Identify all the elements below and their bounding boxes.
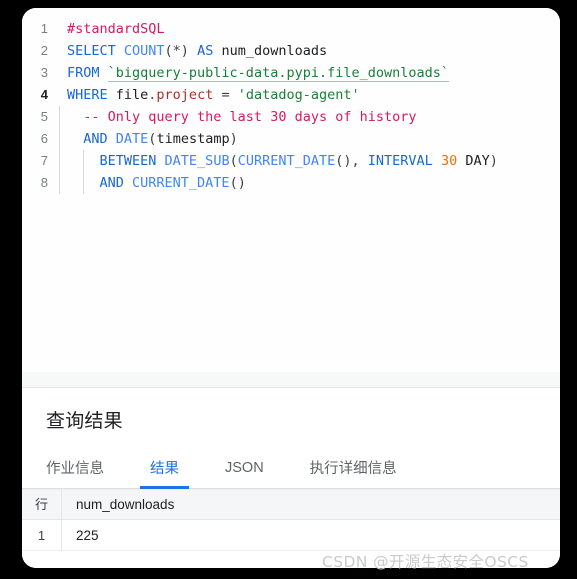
code-line[interactable]: 3 FROM `bigquery-public-data.pypi.file_do… — [22, 62, 560, 84]
header-cell-row-index: 行 — [22, 489, 62, 520]
code-line-text: FROM `bigquery-public-data.pypi.file_dow… — [56, 62, 450, 84]
code-token-punc: ( — [229, 153, 238, 169]
header-cell: num_downloads — [76, 497, 175, 512]
table-row: 1 225 — [22, 519, 560, 551]
code-line-text: BETWEEN DATE_SUB(CURRENT_DATE(), INTERVA… — [56, 150, 498, 172]
tab-2[interactable]: JSON — [225, 447, 264, 489]
code-line[interactable]: 6 AND DATE(timestamp) — [22, 128, 560, 150]
code-token-punc: (), — [335, 153, 368, 169]
code-line-text: AND CURRENT_DATE() — [56, 172, 246, 194]
code-token-fn: DATE — [115, 131, 149, 147]
code-token-kw: AS — [197, 43, 222, 59]
line-number: 3 — [40, 65, 48, 80]
code-token-ident: num_downloads — [221, 43, 328, 59]
code-line-text: WHERE file.project = 'datadog-agent' — [56, 84, 360, 106]
code-token-fn: COUNT — [123, 43, 165, 59]
code-token-num: 30 — [440, 153, 458, 169]
code-token-punc: (*) — [164, 43, 198, 59]
indent-guide — [83, 172, 84, 194]
code-token-kw: INTERVAL — [367, 153, 441, 169]
code-line[interactable]: 7 BETWEEN DATE_SUB(CURRENT_DATE(), INTER… — [22, 150, 560, 172]
code-token-fn: CURRENT_DATE — [132, 175, 230, 191]
tab-3[interactable]: 执行详细信息 — [310, 447, 397, 489]
indent-guide — [59, 128, 60, 150]
code-line-text: -- Only query the last 30 days of histor… — [56, 106, 417, 128]
indent-guide — [59, 172, 60, 194]
bigquery-card: 1 #standardSQL 2 SELECT COUNT(*) AS num_dow… — [22, 8, 560, 568]
code-line[interactable]: 1 #standardSQL — [22, 18, 560, 40]
code-token-kw: AND — [67, 175, 133, 191]
tab-0[interactable]: 作业信息 — [46, 447, 104, 489]
code-token-kw: WHERE — [67, 87, 116, 103]
editor-bottom-strip — [22, 372, 560, 388]
line-number: 8 — [40, 175, 48, 190]
screenshot-root: 1 #standardSQL 2 SELECT COUNT(*) AS num_dow… — [0, 0, 577, 579]
code-token-kw: AND — [67, 131, 116, 147]
indent-guide — [83, 150, 84, 172]
results-title: 查询结果 — [46, 411, 123, 432]
code-token-punc: () — [229, 175, 246, 191]
cell-row-index: 1 — [22, 519, 62, 551]
code-token-prop: .project — [148, 87, 214, 103]
code-token-punc: ) — [229, 131, 238, 147]
line-number: 5 — [40, 109, 48, 124]
code-line-text: #standardSQL — [56, 18, 165, 40]
code-line-list[interactable]: 1 #standardSQL 2 SELECT COUNT(*) AS num_dow… — [22, 18, 560, 194]
code-token-cmt: #standardSQL — [67, 21, 165, 37]
code-token-ident: timestamp — [156, 131, 230, 147]
code-line[interactable]: 8 AND CURRENT_DATE() — [22, 172, 560, 194]
code-token-fn: DATE_SUB — [164, 153, 230, 169]
line-number: 2 — [40, 43, 48, 58]
code-token-kw: FROM — [67, 65, 108, 81]
tab-1[interactable]: 结果 — [140, 447, 189, 489]
code-token-ident: file — [115, 87, 149, 103]
indent-guide — [59, 106, 60, 128]
line-number: 4 — [40, 87, 48, 102]
line-number: 1 — [40, 21, 48, 36]
indent-guide — [59, 150, 60, 172]
code-token-fn: CURRENT_DATE — [237, 153, 336, 169]
code-line-text: AND DATE(timestamp) — [56, 128, 238, 150]
line-number: 6 — [40, 131, 48, 146]
code-token-str: 'datadog-agent' — [237, 87, 360, 103]
code-token-kw: SELECT — [67, 43, 124, 59]
code-token-kw: BETWEEN — [67, 153, 165, 169]
code-line[interactable]: 2 SELECT COUNT(*) AS num_downloads — [22, 40, 560, 62]
code-token-tbl: `bigquery-public-data.pypi.file_download… — [107, 65, 450, 82]
code-token-punc: = — [213, 87, 238, 103]
line-number: 7 — [40, 153, 48, 168]
code-token-cmt: -- Only query the last 30 days of histor… — [67, 109, 417, 125]
cell-value: 225 — [76, 527, 99, 543]
table-header-row: 行 num_downloads — [22, 489, 560, 520]
code-token-ident: DAY — [457, 153, 490, 169]
code-line[interactable]: 4 WHERE file.project = 'datadog-agent' — [22, 84, 560, 106]
results-table: 行 num_downloads 1 225 — [22, 489, 560, 551]
sql-editor[interactable]: 1 #standardSQL 2 SELECT COUNT(*) AS num_dow… — [22, 8, 560, 372]
code-line-text: SELECT COUNT(*) AS num_downloads — [56, 40, 327, 62]
code-token-punc: ) — [489, 153, 498, 169]
query-results-panel: 查询结果 作业信息 结果 JSON 执行详细信息 行 num_downloads 1 225 — [22, 389, 560, 568]
results-tabs[interactable]: 作业信息 结果 JSON 执行详细信息 — [22, 447, 560, 489]
code-line[interactable]: 5 -- Only query the last 30 days of hist… — [22, 106, 560, 128]
